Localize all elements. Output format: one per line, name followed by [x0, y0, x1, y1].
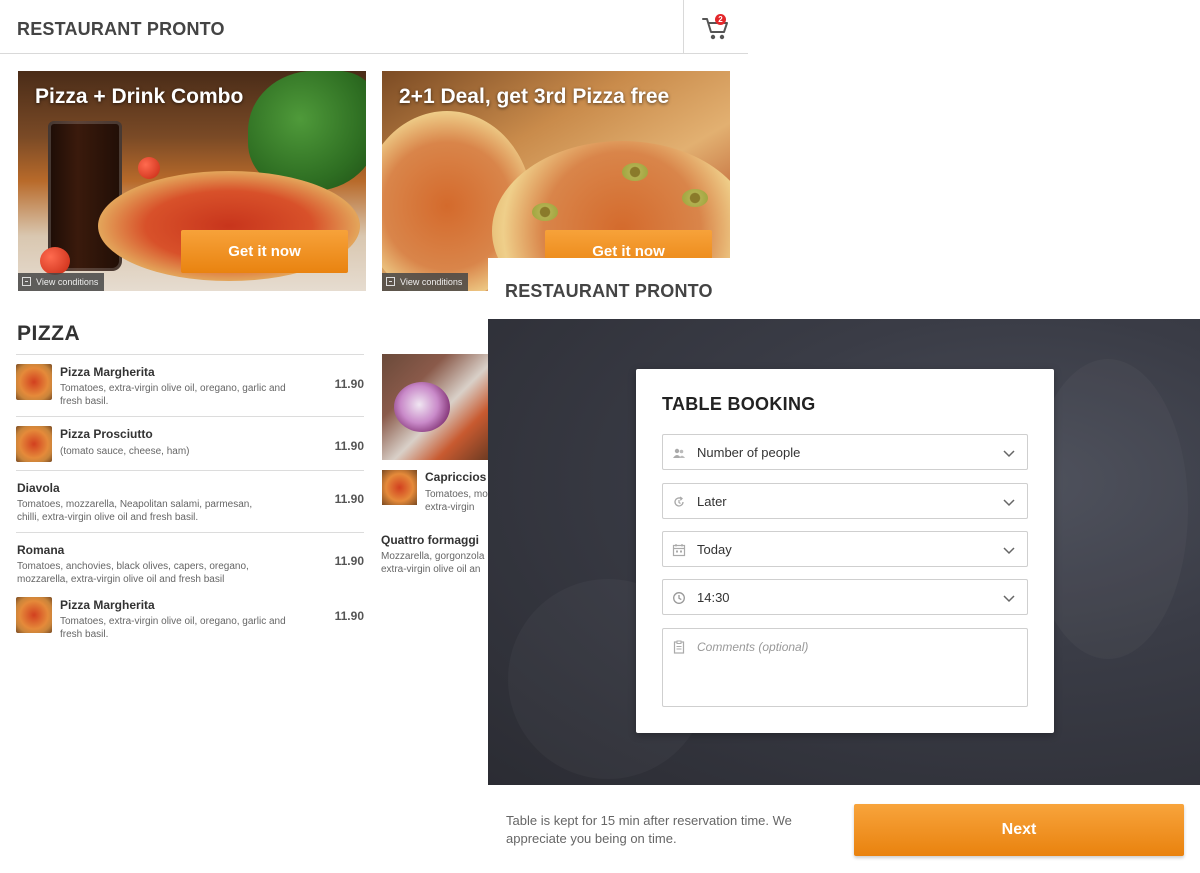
menu-item-name: Pizza Prosciutto [60, 427, 153, 441]
booking-hero: TABLE BOOKING Number of people Later Tod… [488, 319, 1200, 785]
pizza-thumbnail [16, 364, 52, 400]
menu-list: Pizza Margherita Tomatoes, extra-virgin … [16, 354, 364, 656]
calendar-icon [672, 544, 686, 557]
people-select[interactable]: Number of people [662, 434, 1028, 470]
view-conditions-link[interactable]: View conditions [382, 273, 469, 291]
tomato-image [138, 157, 160, 179]
pizza-thumbnail [16, 597, 52, 633]
menu-item-desc: Tomatoes, mozzarella, Neapolitan salami,… [17, 499, 253, 523]
menu-item-name: Romana [17, 543, 65, 557]
menu-item[interactable]: Diavola Tomatoes, mozzarella, Neapolitan… [16, 470, 364, 532]
cart-count-badge: 2 [715, 14, 726, 25]
time-value: 14:30 [697, 590, 730, 605]
time-mode-value: Later [697, 494, 727, 509]
menu-item[interactable]: Pizza Margherita Tomatoes, extra-virgin … [16, 594, 364, 656]
view-conditions-label: View conditions [400, 277, 463, 287]
brand-title: RESTAURANT PRONTO [17, 19, 225, 39]
menu-item-name: Pizza Margherita [60, 365, 155, 379]
comments-field[interactable]: Comments (optional) [662, 628, 1028, 707]
menu-item-price: 11.90 [334, 377, 364, 391]
menu-item-price: 11.90 [334, 554, 364, 568]
reservation-note: Table is kept for 15 min after reservati… [506, 813, 792, 846]
menu-item-desc: Mozzarella, gorgonzola extra-virgin oliv… [381, 551, 485, 575]
booking-header: RESTAURANT PRONTO [488, 258, 1200, 319]
onion-image [394, 382, 450, 432]
clock-icon [673, 592, 685, 604]
menu-item[interactable]: Pizza Margherita Tomatoes, extra-virgin … [16, 354, 364, 416]
next-button[interactable]: Next [854, 804, 1184, 856]
pizza-photo [382, 354, 490, 460]
minus-box-icon [386, 277, 395, 286]
menu-item-name: Capriccios [425, 470, 487, 484]
olive-image [532, 203, 558, 221]
people-select-value: Number of people [697, 445, 801, 460]
menu-item-price: 11.90 [334, 492, 364, 506]
date-select[interactable]: Today [662, 531, 1028, 567]
pizza-thumbnail [16, 426, 52, 462]
chevron-down-icon [1003, 595, 1015, 603]
olive-image [622, 163, 648, 181]
menu-item-desc: (tomato sauce, cheese, ham) [60, 446, 190, 457]
clipboard-icon [673, 640, 685, 654]
menu-item[interactable]: Pizza Prosciutto (tomato sauce, cheese, … [16, 416, 364, 470]
chevron-down-icon [1003, 547, 1015, 555]
menu-header: RESTAURANT PRONTO 2 [0, 0, 748, 54]
menu-item[interactable]: Quattro formaggi Mozzarella, gorgonzola … [381, 533, 488, 579]
menu-item-name: Diavola [17, 481, 60, 495]
brand-title: RESTAURANT PRONTO [505, 281, 713, 301]
view-conditions-label: View conditions [36, 277, 99, 287]
clock-arrow-icon [674, 496, 684, 507]
chevron-down-icon [1003, 499, 1015, 507]
menu-item-price: 11.90 [334, 609, 364, 623]
get-it-now-button[interactable]: Get it now [181, 230, 348, 273]
time-select[interactable]: 14:30 [662, 579, 1028, 615]
booking-screen: RESTAURANT PRONTO TABLE BOOKING Number o… [488, 258, 1200, 873]
menu-item-desc: Tomatoes, anchovies, black olives, caper… [17, 561, 249, 585]
menu-item[interactable]: Romana Tomatoes, anchovies, black olives… [16, 532, 364, 594]
cart-button[interactable]: 2 [683, 0, 748, 54]
menu-item-desc: Tomatoes, mo extra-virgin [425, 489, 488, 513]
promo-title: Pizza + Drink Combo [35, 85, 244, 108]
tomato-image [40, 247, 70, 275]
booking-footer: Table is kept for 15 min after reservati… [488, 785, 1200, 873]
minus-box-icon [22, 277, 31, 286]
people-icon [673, 448, 685, 458]
menu-item-name: Quattro formaggi [381, 533, 479, 547]
menu-item[interactable]: Capriccios Tomatoes, mo extra-virgin [382, 470, 488, 513]
promo-title: 2+1 Deal, get 3rd Pizza free [399, 85, 670, 108]
promo-card-combo[interactable]: Pizza + Drink Combo Get it now View cond… [18, 71, 366, 291]
card-title: TABLE BOOKING [662, 394, 816, 414]
time-mode-select[interactable]: Later [662, 483, 1028, 519]
pizza-thumbnail [382, 470, 417, 505]
table-booking-card: TABLE BOOKING Number of people Later Tod… [636, 369, 1054, 733]
chevron-down-icon [1003, 450, 1015, 458]
comments-placeholder: Comments (optional) [697, 640, 809, 654]
olive-image [682, 189, 708, 207]
menu-item-desc: Tomatoes, extra-virgin olive oil, oregan… [60, 616, 286, 640]
menu-item-price: 11.90 [334, 439, 364, 453]
menu-item-desc: Tomatoes, extra-virgin olive oil, oregan… [60, 383, 286, 407]
date-value: Today [697, 542, 732, 557]
section-title: PIZZA [17, 322, 81, 345]
menu-item-name: Pizza Margherita [60, 598, 155, 612]
view-conditions-link[interactable]: View conditions [18, 273, 105, 291]
